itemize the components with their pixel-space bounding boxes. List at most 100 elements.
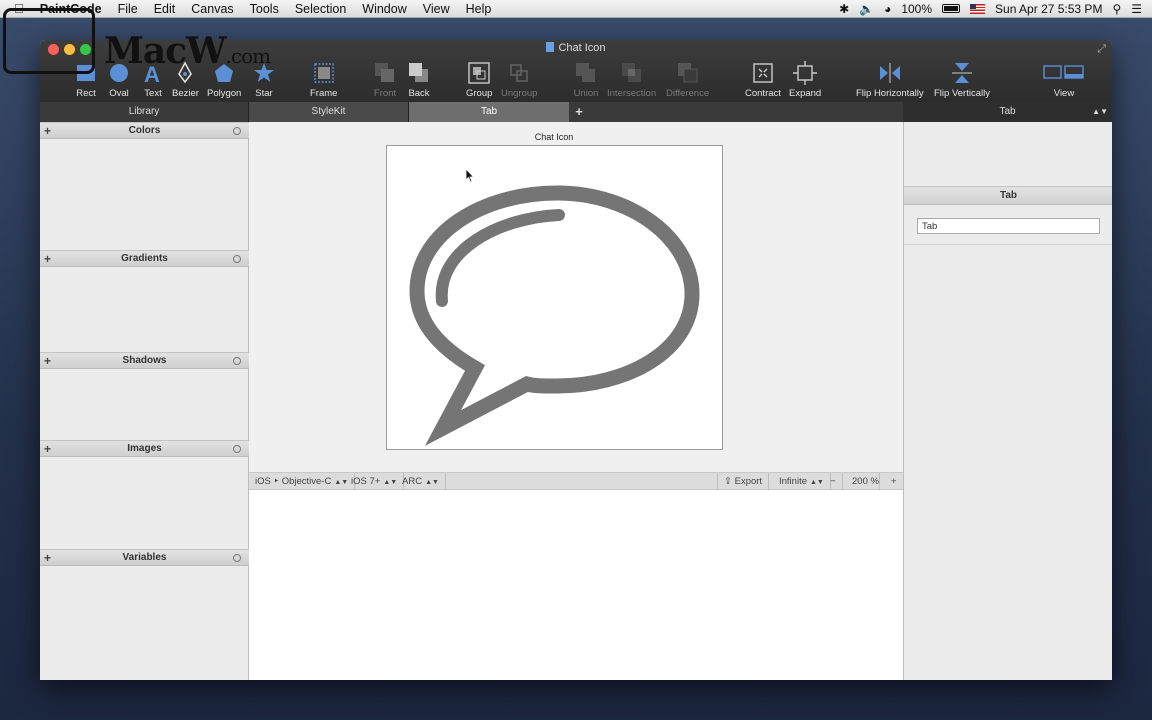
colors-options-icon[interactable]	[233, 127, 241, 135]
inspector-title[interactable]: Tab ▲▼	[903, 102, 1112, 122]
frame-tool-button[interactable]: Frame	[310, 60, 337, 99]
memory-arrows-icon: ▲▼	[425, 479, 439, 486]
flip-horizontal-icon	[879, 63, 900, 83]
union-label: Union	[573, 88, 599, 99]
bring-front-button[interactable]: Front	[372, 60, 398, 99]
intersection-button[interactable]: Intersection	[607, 60, 656, 99]
watermark-frame	[3, 8, 95, 74]
watermark-logo: MacW.com	[0, 6, 290, 76]
spotlight-search-icon[interactable]: ⚲	[1112, 2, 1121, 16]
intersection-label: Intersection	[607, 88, 657, 99]
library-section-images[interactable]: + Images	[40, 440, 249, 457]
view-button[interactable]: View	[1043, 60, 1085, 99]
code-view[interactable]	[249, 490, 903, 680]
inspector-selector-arrows-icon[interactable]: ▲▼	[1092, 102, 1108, 122]
back-label: Back	[408, 88, 430, 99]
view-label: View	[1053, 88, 1075, 99]
flip-vertically-label: Flip Vertically	[934, 88, 990, 99]
text-label: Text	[144, 88, 162, 99]
expand-button[interactable]: Expand	[789, 60, 821, 99]
images-label: Images	[127, 443, 162, 454]
zoom-out-button[interactable]: −	[824, 473, 843, 490]
inspector-divider	[904, 244, 1112, 245]
fullscreen-icon[interactable]: ⤢	[1097, 43, 1106, 56]
flip-horizontally-button[interactable]: Flip Horizontally	[856, 60, 924, 99]
group-button[interactable]: Group	[466, 60, 492, 99]
zoom-level: 200 %	[846, 473, 880, 490]
memory-selector[interactable]: ARC ▲▼	[396, 473, 446, 490]
chat-bubble-icon[interactable]	[387, 146, 724, 451]
tab-canvas[interactable]: Tab	[409, 102, 569, 122]
oval-label: Oval	[109, 88, 129, 99]
add-color-button[interactable]: +	[44, 123, 51, 139]
difference-button[interactable]: Difference	[666, 60, 709, 99]
difference-icon	[677, 63, 698, 83]
bezier-label: Bezier	[172, 88, 199, 99]
watermark-text: MacW.com	[104, 30, 272, 72]
variables-options-icon[interactable]	[233, 554, 241, 562]
frame-label: Frame	[310, 88, 338, 99]
export-icon: ⇪	[724, 476, 732, 487]
watermark-brand: MacW	[104, 30, 227, 72]
library-panel: + Colors + Gradients + Shadows + Images + Var…	[40, 122, 249, 680]
ungroup-icon	[510, 64, 528, 82]
flip-vertical-icon	[951, 63, 972, 83]
menu-selection[interactable]: Selection	[287, 0, 354, 18]
library-title: Library	[40, 102, 249, 122]
images-options-icon[interactable]	[233, 445, 241, 453]
clock[interactable]: Sun Apr 27 5:53 PM	[995, 2, 1102, 16]
menu-window[interactable]: Window	[354, 0, 414, 18]
rect-label: Rect	[76, 88, 96, 99]
size-selector[interactable]: Infinite ▲▼	[773, 473, 831, 490]
library-section-gradients[interactable]: + Gradients	[40, 250, 249, 267]
paintcode-window: Chat Icon ⤢ Rect Oval A Text Bezier Poly…	[40, 40, 1112, 680]
platform-selector[interactable]: iOS ‣ Objective-C ▲▼	[249, 473, 356, 490]
back-icon	[409, 63, 428, 82]
battery-percent[interactable]: 100%	[901, 2, 932, 16]
contract-label: Contract	[745, 88, 781, 99]
menu-help[interactable]: Help	[458, 0, 500, 18]
add-image-button[interactable]: +	[44, 441, 51, 457]
contract-button[interactable]: Contract	[745, 60, 781, 99]
bluetooth-icon[interactable]: ✱	[839, 2, 849, 16]
library-section-shadows[interactable]: + Shadows	[40, 352, 249, 369]
notification-center-icon[interactable]: ☰	[1131, 2, 1142, 16]
library-section-variables[interactable]: + Variables	[40, 549, 249, 566]
drawing-canvas[interactable]: Chat Icon	[249, 122, 903, 472]
zoom-in-button[interactable]: +	[885, 473, 903, 490]
frame-icon	[313, 63, 334, 83]
ungroup-button[interactable]: Ungroup	[501, 60, 537, 99]
export-button[interactable]: ⇪ Export	[717, 473, 770, 490]
battery-icon[interactable]	[942, 4, 961, 13]
artboard-canvas[interactable]	[386, 145, 723, 450]
ungroup-label: Ungroup	[501, 88, 538, 99]
flip-vertically-button[interactable]: Flip Vertically	[934, 60, 990, 99]
contract-icon	[753, 63, 773, 83]
library-section-colors[interactable]: + Colors	[40, 122, 249, 139]
tab-name-field[interactable]	[917, 218, 1100, 234]
tab-stylekit[interactable]: StyleKit	[249, 102, 409, 122]
intersection-icon	[621, 63, 641, 82]
memory-label: ARC	[402, 476, 423, 487]
window-title-text: Chat Icon	[558, 42, 606, 54]
add-shadow-button[interactable]: +	[44, 353, 51, 369]
send-back-button[interactable]: Back	[406, 60, 432, 99]
wifi-icon[interactable]: ◕	[884, 2, 891, 16]
union-button[interactable]: Union	[573, 60, 599, 99]
menu-view[interactable]: View	[415, 0, 458, 18]
add-gradient-button[interactable]: +	[44, 251, 51, 267]
difference-label: Difference	[666, 88, 710, 99]
input-source-flag-icon[interactable]	[970, 3, 986, 14]
watermark-suffix: .com	[225, 44, 272, 68]
inspector-panel: Tab	[903, 122, 1112, 680]
view-layout-icon	[1043, 65, 1084, 79]
shadows-options-icon[interactable]	[233, 357, 241, 365]
front-label: Front	[373, 88, 397, 99]
export-label: Export	[734, 476, 763, 487]
volume-icon[interactable]: 🔈	[859, 2, 874, 16]
front-icon	[375, 63, 394, 82]
panel-header-row: Library StyleKit Tab + Tab ▲▼	[40, 102, 1112, 122]
add-tab-button[interactable]: +	[569, 102, 589, 122]
gradients-options-icon[interactable]	[233, 255, 241, 263]
add-variable-button[interactable]: +	[44, 550, 51, 566]
